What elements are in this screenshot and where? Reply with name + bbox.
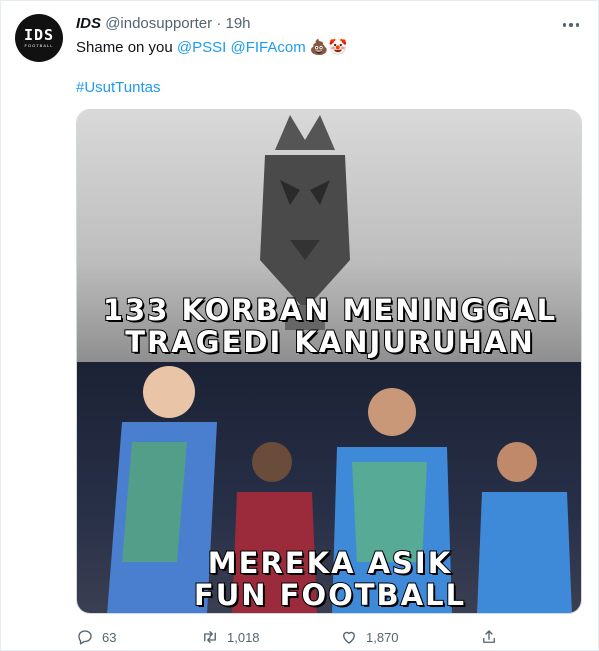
tweet-emojis: 💩🤡 [309, 39, 348, 56]
tweet-time[interactable]: 19h [226, 15, 251, 32]
retweet-button[interactable]: 1,018 [201, 628, 260, 646]
caption-top-line-1: 133 KORBAN MENINGGAL [102, 293, 558, 327]
meme-caption-bottom: MEREKA ASIK FUN FOOTBALL [77, 546, 581, 612]
tweet-header: IDS @indosupporter · 19h [76, 14, 251, 34]
mention-pssi[interactable]: @PSSI [177, 39, 226, 56]
hashtag-link[interactable]: #UsutTuntas [76, 78, 161, 98]
separator-dot: · [216, 15, 222, 32]
avatar-logo-text: IDS [23, 25, 55, 44]
heart-icon [343, 631, 355, 644]
caption-bottom-line-2: FUN FOOTBALL [193, 578, 467, 612]
like-button[interactable]: 1,870 [340, 628, 399, 646]
retweet-icon [204, 631, 216, 643]
avatar[interactable]: IDS FOOTBALL [15, 14, 63, 62]
tweet-text-prefix: Shame on you [76, 39, 173, 56]
mention-fifacom[interactable]: @FIFAcom [231, 39, 306, 56]
avatar-logo-subtext: FOOTBALL [24, 42, 54, 48]
retweet-count: 1,018 [227, 629, 260, 645]
author-name[interactable]: IDS [76, 15, 101, 32]
reply-button[interactable]: 63 [76, 628, 116, 646]
tweet-actions: 63 1,018 1,870 [76, 628, 582, 648]
author-handle[interactable]: @indosupporter [105, 15, 212, 32]
meme-caption-top: 133 KORBAN MENINGGAL TRAGEDI KANJURUHAN [77, 293, 581, 359]
share-button[interactable] [480, 628, 498, 646]
reply-icon [78, 630, 92, 645]
tweet-media-image[interactable]: 133 KORBAN MENINGGAL TRAGEDI KANJURUHAN … [76, 109, 582, 614]
share-icon [483, 630, 495, 643]
reply-count: 63 [102, 629, 117, 645]
caption-top-line-2: TRAGEDI KANJURUHAN [124, 325, 535, 359]
caption-bottom-line-1: MEREKA ASIK [207, 546, 453, 580]
like-count: 1,870 [366, 629, 399, 645]
tweet-text: Shame on you @PSSI @FIFAcom 💩🤡 [76, 38, 347, 58]
more-options-icon[interactable] [560, 20, 582, 30]
